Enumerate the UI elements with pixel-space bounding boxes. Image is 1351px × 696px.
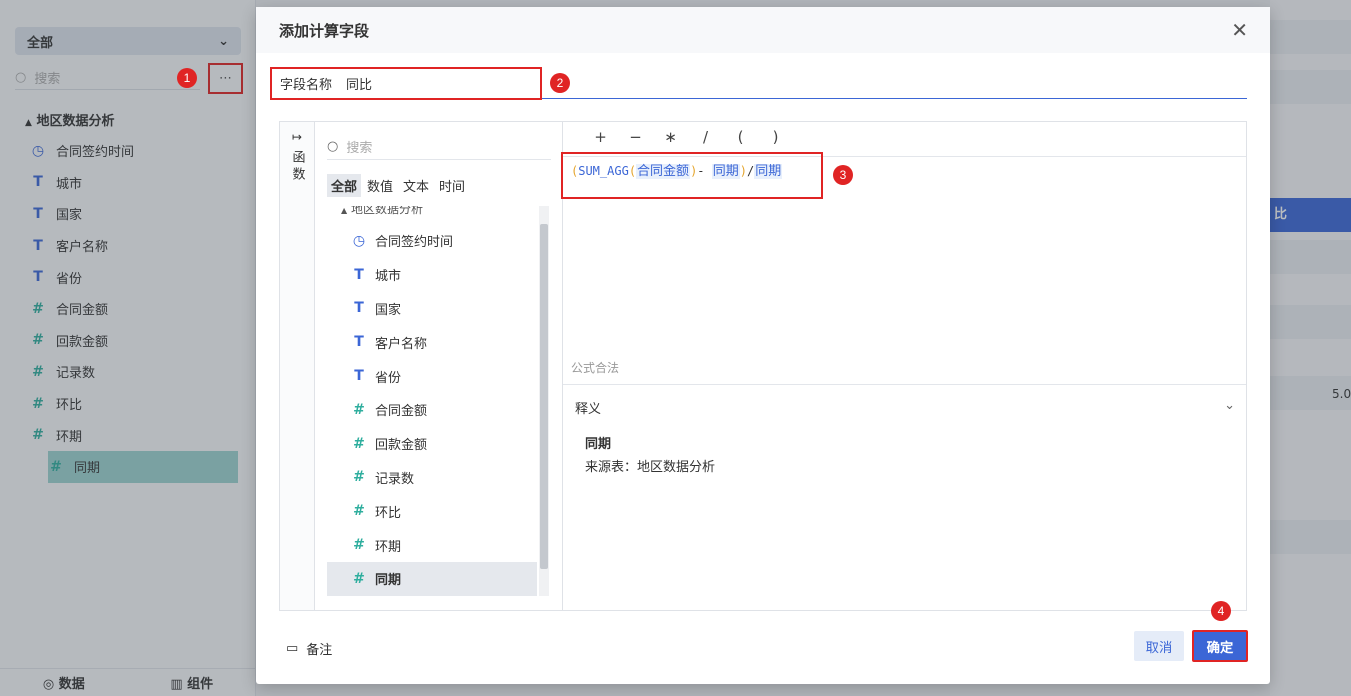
operator-button[interactable]: / xyxy=(688,128,723,146)
field-item-label: 客户名称 xyxy=(375,336,428,352)
formula-panel: + − ∗ /() (SUM_AGG(合同金额)- 同期)/同期 公式合法 释义 ⌄ … xyxy=(561,122,1246,610)
formula-editor: ↦ 函数 ○ 搜索 全部 数值 文本 时间 ▲ 地区数据分析 ◷ 合同签约时间 T 城… xyxy=(279,121,1247,611)
step-badge: 3 xyxy=(833,165,853,185)
formula-input[interactable]: (SUM_AGG(合同金额)- 同期)/同期 xyxy=(561,152,823,199)
field-item[interactable]: # 回款金额 xyxy=(327,427,537,461)
number-type-icon: # xyxy=(353,401,365,418)
formula-status: 公式合法 xyxy=(571,361,620,375)
calc-number-icon: # xyxy=(353,469,365,486)
divider xyxy=(563,384,1246,385)
note-label: 备注 xyxy=(306,643,333,658)
tab-text[interactable]: 文本 xyxy=(399,174,433,197)
formula-function: SUM_AGG xyxy=(578,164,629,178)
formula-paren: ) xyxy=(739,164,748,178)
tab-number[interactable]: 数值 xyxy=(363,174,397,197)
field-item-label: 同期 xyxy=(375,573,402,589)
field-item-label: 环比 xyxy=(375,505,402,521)
formula-operator: - xyxy=(697,164,705,178)
field-item[interactable]: T 省份 xyxy=(327,359,537,393)
field-item[interactable]: # 环比 xyxy=(327,494,537,528)
explanation-label: 释义 xyxy=(575,402,602,417)
field-search-input[interactable]: ○ 搜索 xyxy=(327,134,551,160)
tree-root[interactable]: ▲ 地区数据分析 xyxy=(341,206,423,217)
operator-button[interactable]: + xyxy=(583,128,618,146)
text-type-icon: T xyxy=(354,266,364,283)
caret-icon: ▲ xyxy=(341,206,348,215)
field-item-label: 城市 xyxy=(375,269,402,285)
field-item-label: 合同金额 xyxy=(375,404,428,420)
tab-all[interactable]: 全部 xyxy=(327,174,362,197)
field-list-scrollbar[interactable] xyxy=(539,206,549,596)
confirm-button[interactable]: 确定 xyxy=(1192,630,1248,662)
field-item-label: 记录数 xyxy=(375,471,415,487)
close-icon[interactable]: ✕ xyxy=(1231,18,1248,42)
explanation-header[interactable]: 释义 ⌄ xyxy=(575,398,1235,417)
note-button[interactable]: ▭ 备注 xyxy=(286,639,332,658)
field-tree: ▲ 地区数据分析 ◷ 合同签约时间 T 城市 T 国家 T 客户名称 T 省份 # 合同金额 # 回款金额… xyxy=(327,206,549,596)
field-item-label: 国家 xyxy=(375,302,402,318)
field-item-label: 合同签约时间 xyxy=(375,235,454,251)
chevron-down-icon[interactable]: ⌄ xyxy=(1224,398,1235,417)
calc-number-icon: # xyxy=(353,503,365,520)
field-item[interactable]: T 国家 xyxy=(327,292,537,326)
text-type-icon: T xyxy=(354,368,364,385)
search-placeholder: 搜索 xyxy=(346,141,373,156)
field-name-value: 同比 xyxy=(346,78,373,93)
field-name-input[interactable]: 字段名称 同比 xyxy=(270,67,542,100)
add-calculated-field-dialog: 添加计算字段 ✕ 字段名称 同比 2 ↦ 函数 ○ 搜索 全部 数值 文本 时间 xyxy=(256,7,1270,684)
formula-field: 同期 xyxy=(754,164,783,179)
calc-number-icon: # xyxy=(353,570,365,587)
field-item[interactable]: # 同期 xyxy=(327,561,537,596)
field-name-label: 字段名称 xyxy=(280,78,333,93)
text-type-icon: T xyxy=(354,300,364,317)
step-badge: 1 xyxy=(177,68,197,88)
search-icon: ○ xyxy=(327,139,339,154)
formula-field: 同期 xyxy=(711,164,740,179)
field-type-tabs: 全部 数值 文本 时间 xyxy=(327,174,469,197)
expand-panel-icon: ↦ xyxy=(291,130,303,144)
dialog-title: 添加计算字段 xyxy=(279,21,370,40)
formula-paren: ( xyxy=(628,164,637,178)
field-picker-panel: ○ 搜索 全部 数值 文本 时间 ▲ 地区数据分析 ◷ 合同签约时间 T 城市 T 国家 T… xyxy=(315,122,563,610)
operator-button[interactable]: ) xyxy=(758,128,793,146)
formula-field: 合同金额 xyxy=(636,164,691,179)
field-list: ◷ 合同签约时间 T 城市 T 国家 T 客户名称 T 省份 # 合同金额 # 回款金额 # 记录数 # 环比 # 环… xyxy=(327,224,537,596)
field-item[interactable]: # 记录数 xyxy=(327,461,537,495)
number-type-icon: # xyxy=(353,435,365,452)
calc-number-icon: # xyxy=(353,537,365,554)
clock-icon: ◷ xyxy=(352,232,366,249)
step-badge: 4 xyxy=(1211,601,1231,621)
tab-time[interactable]: 时间 xyxy=(435,174,469,197)
function-tab-label: 函数 xyxy=(289,150,305,184)
field-item-label: 回款金额 xyxy=(375,438,428,454)
field-item-label: 环期 xyxy=(375,539,402,555)
field-item-label: 省份 xyxy=(375,370,402,386)
operator-button[interactable]: ( xyxy=(723,128,758,146)
field-item[interactable]: # 合同金额 xyxy=(327,393,537,427)
operator-button[interactable]: ∗ xyxy=(653,128,688,146)
function-tab[interactable]: ↦ 函数 xyxy=(280,122,315,610)
operator-toolbar: + − ∗ /() xyxy=(583,128,793,146)
field-item[interactable]: T 客户名称 xyxy=(327,325,537,359)
explanation-source: 来源表：地区数据分析 xyxy=(585,460,716,475)
cancel-button[interactable]: 取消 xyxy=(1134,631,1184,661)
field-item[interactable]: ◷ 合同签约时间 xyxy=(327,224,537,258)
explanation-title: 同期 xyxy=(585,437,612,452)
field-item[interactable]: # 环期 xyxy=(327,528,537,562)
step-badge: 2 xyxy=(550,73,570,93)
field-name-row: 字段名称 同比 xyxy=(270,67,1247,100)
operator-button[interactable]: − xyxy=(618,128,653,146)
scrollbar-thumb[interactable] xyxy=(540,224,548,569)
field-item[interactable]: T 城市 xyxy=(327,258,537,292)
dialog-header: 添加计算字段 ✕ xyxy=(256,7,1270,53)
text-type-icon: T xyxy=(354,334,364,351)
tree-root-label: 地区数据分析 xyxy=(350,206,423,216)
comment-icon: ▭ xyxy=(286,641,299,656)
